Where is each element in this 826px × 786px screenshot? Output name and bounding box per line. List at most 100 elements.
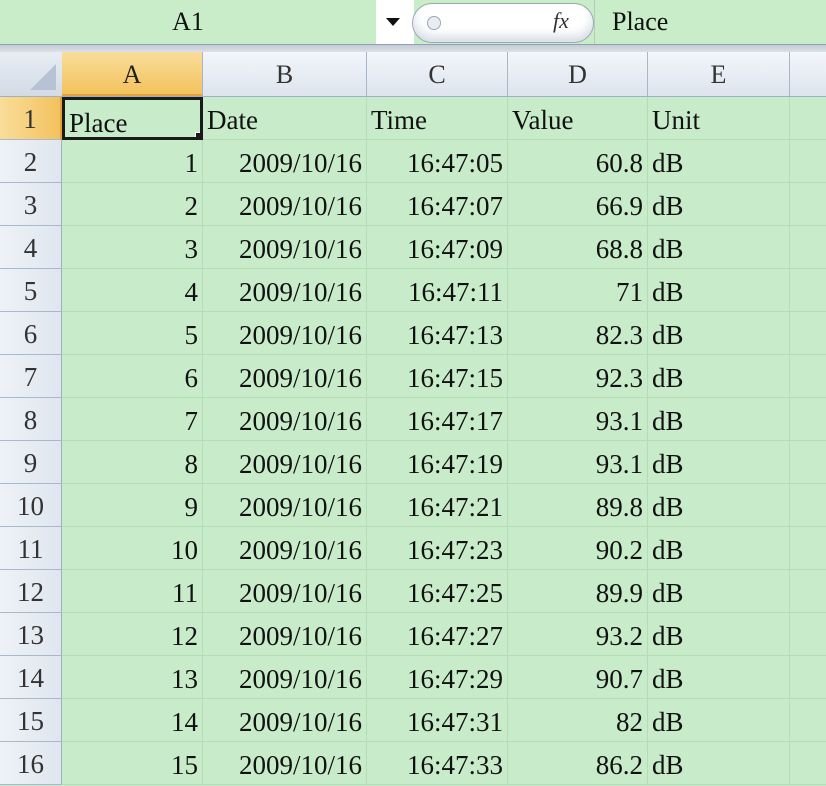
cell-d2[interactable]: 60.8 — [508, 140, 648, 183]
row-header-7[interactable]: 7 — [0, 355, 62, 398]
cell-f8[interactable] — [790, 398, 826, 441]
cell-a10[interactable]: 9 — [62, 484, 203, 527]
cell-f4[interactable] — [790, 226, 826, 269]
cell-e7[interactable]: dB — [648, 355, 790, 398]
cell-e11[interactable]: dB — [648, 527, 790, 570]
cell-a2[interactable]: 1 — [62, 140, 203, 183]
row-header-2[interactable]: 2 — [0, 140, 62, 183]
cell-e4[interactable]: dB — [648, 226, 790, 269]
cell-f14[interactable] — [790, 656, 826, 699]
cell-a5[interactable]: 4 — [62, 269, 203, 312]
cell-c2[interactable]: 16:47:05 — [367, 140, 508, 183]
cell-e9[interactable]: dB — [648, 441, 790, 484]
row-header-8[interactable]: 8 — [0, 398, 62, 441]
cell-a16[interactable]: 15 — [62, 742, 203, 785]
cell-b14[interactable]: 2009/10/16 — [203, 656, 367, 699]
column-header-a[interactable]: A — [62, 52, 203, 96]
cell-c12[interactable]: 16:47:25 — [367, 570, 508, 613]
cell-f10[interactable] — [790, 484, 826, 527]
cell-e15[interactable]: dB — [648, 699, 790, 742]
cell-e5[interactable]: dB — [648, 269, 790, 312]
cell-a6[interactable]: 5 — [62, 312, 203, 355]
cell-b5[interactable]: 2009/10/16 — [203, 269, 367, 312]
cell-e12[interactable]: dB — [648, 570, 790, 613]
cell-d5[interactable]: 71 — [508, 269, 648, 312]
cell-f3[interactable] — [790, 183, 826, 226]
cell-e6[interactable]: dB — [648, 312, 790, 355]
cell-b13[interactable]: 2009/10/16 — [203, 613, 367, 656]
column-header-c[interactable]: C — [367, 52, 508, 96]
row-header-15[interactable]: 15 — [0, 699, 62, 742]
cell-a15[interactable]: 14 — [62, 699, 203, 742]
cell-f16[interactable] — [790, 742, 826, 785]
cell-a14[interactable]: 13 — [62, 656, 203, 699]
column-header-f[interactable] — [790, 52, 826, 96]
row-header-13[interactable]: 13 — [0, 613, 62, 656]
cell-c3[interactable]: 16:47:07 — [367, 183, 508, 226]
cell-d6[interactable]: 82.3 — [508, 312, 648, 355]
row-header-1[interactable]: 1 — [0, 97, 62, 140]
cell-c10[interactable]: 16:47:21 — [367, 484, 508, 527]
row-header-10[interactable]: 10 — [0, 484, 62, 527]
row-header-11[interactable]: 11 — [0, 527, 62, 570]
cell-c5[interactable]: 16:47:11 — [367, 269, 508, 312]
cell-f11[interactable] — [790, 527, 826, 570]
cell-c11[interactable]: 16:47:23 — [367, 527, 508, 570]
cell-b16[interactable]: 2009/10/16 — [203, 742, 367, 785]
row-header-4[interactable]: 4 — [0, 226, 62, 269]
cell-f1[interactable] — [790, 97, 826, 140]
cell-d15[interactable]: 82 — [508, 699, 648, 742]
cell-e3[interactable]: dB — [648, 183, 790, 226]
cell-b10[interactable]: 2009/10/16 — [203, 484, 367, 527]
cell-e14[interactable]: dB — [648, 656, 790, 699]
row-header-12[interactable]: 12 — [0, 570, 62, 613]
cell-b7[interactable]: 2009/10/16 — [203, 355, 367, 398]
cell-e16[interactable]: dB — [648, 742, 790, 785]
row-header-3[interactable]: 3 — [0, 183, 62, 226]
cell-b15[interactable]: 2009/10/16 — [203, 699, 367, 742]
fill-handle[interactable] — [195, 132, 200, 137]
cell-b1[interactable]: Date — [203, 97, 367, 140]
cell-b6[interactable]: 2009/10/16 — [203, 312, 367, 355]
cell-c8[interactable]: 16:47:17 — [367, 398, 508, 441]
cell-a8[interactable]: 7 — [62, 398, 203, 441]
cell-f2[interactable] — [790, 140, 826, 183]
row-header-14[interactable]: 14 — [0, 656, 62, 699]
cell-c1[interactable]: Time — [367, 97, 508, 140]
cell-a1[interactable]: Place — [62, 97, 203, 140]
expand-handle-icon[interactable] — [427, 16, 441, 30]
cell-b11[interactable]: 2009/10/16 — [203, 527, 367, 570]
cell-f15[interactable] — [790, 699, 826, 742]
cell-d7[interactable]: 92.3 — [508, 355, 648, 398]
cell-a4[interactable]: 3 — [62, 226, 203, 269]
cell-b4[interactable]: 2009/10/16 — [203, 226, 367, 269]
cell-c9[interactable]: 16:47:19 — [367, 441, 508, 484]
cell-d3[interactable]: 66.9 — [508, 183, 648, 226]
column-header-b[interactable]: B — [203, 52, 367, 96]
cell-e10[interactable]: dB — [648, 484, 790, 527]
row-header-5[interactable]: 5 — [0, 269, 62, 312]
cell-f13[interactable] — [790, 613, 826, 656]
cell-d11[interactable]: 90.2 — [508, 527, 648, 570]
cell-a11[interactable]: 10 — [62, 527, 203, 570]
cell-f12[interactable] — [790, 570, 826, 613]
cell-e13[interactable]: dB — [648, 613, 790, 656]
cell-b8[interactable]: 2009/10/16 — [203, 398, 367, 441]
cell-c13[interactable]: 16:47:27 — [367, 613, 508, 656]
cell-c6[interactable]: 16:47:13 — [367, 312, 508, 355]
cell-f5[interactable] — [790, 269, 826, 312]
cell-e2[interactable]: dB — [648, 140, 790, 183]
name-box-dropdown-button[interactable] — [376, 0, 414, 44]
cell-b12[interactable]: 2009/10/16 — [203, 570, 367, 613]
cell-f9[interactable] — [790, 441, 826, 484]
cell-d12[interactable]: 89.9 — [508, 570, 648, 613]
column-header-e[interactable]: E — [648, 52, 790, 96]
cell-d14[interactable]: 90.7 — [508, 656, 648, 699]
cell-b3[interactable]: 2009/10/16 — [203, 183, 367, 226]
cell-e1[interactable]: Unit — [648, 97, 790, 140]
cell-d13[interactable]: 93.2 — [508, 613, 648, 656]
fx-icon[interactable]: fx — [553, 8, 569, 34]
formula-input[interactable]: Place — [612, 0, 668, 44]
name-box[interactable]: A1 — [0, 0, 376, 44]
cell-a9[interactable]: 8 — [62, 441, 203, 484]
